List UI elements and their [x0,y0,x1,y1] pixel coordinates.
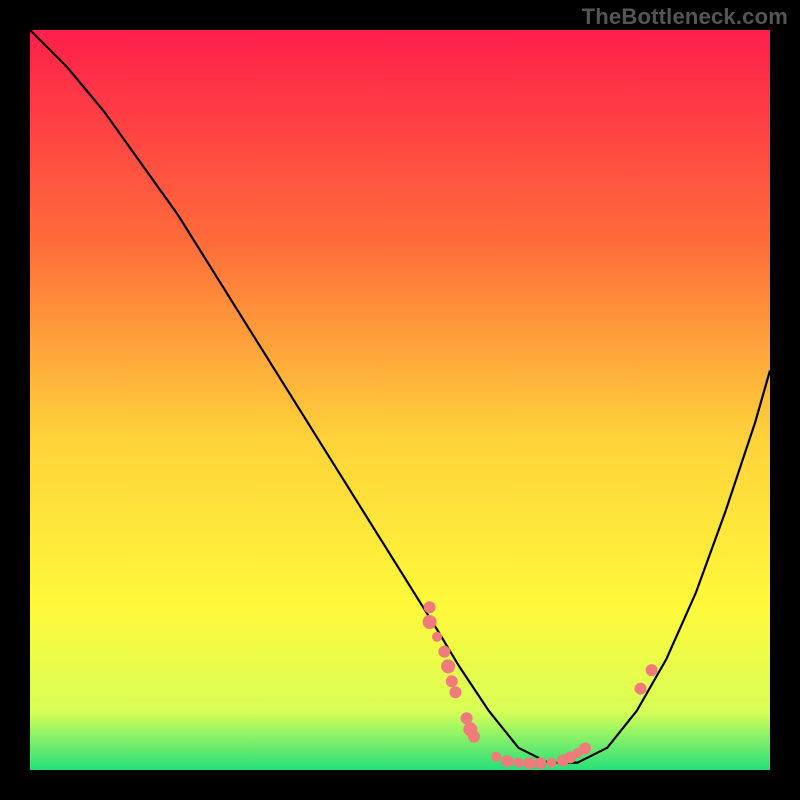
data-marker [491,752,501,762]
data-marker [424,601,436,613]
data-marker [441,659,455,673]
data-marker [524,757,536,769]
data-marker [446,675,458,687]
chart-container: TheBottleneck.com [0,0,800,800]
data-marker [432,632,442,642]
data-marker [547,758,557,768]
data-marker [501,755,513,767]
data-marker [646,664,658,676]
plot-background [30,30,770,770]
data-marker [423,615,437,629]
data-marker [438,646,450,658]
data-marker [535,757,547,769]
data-marker [450,686,462,698]
data-marker [468,731,480,743]
data-marker [513,758,523,768]
attribution-text: TheBottleneck.com [582,4,788,30]
data-marker [579,743,591,755]
bottleneck-chart [0,0,800,800]
data-marker [635,683,647,695]
